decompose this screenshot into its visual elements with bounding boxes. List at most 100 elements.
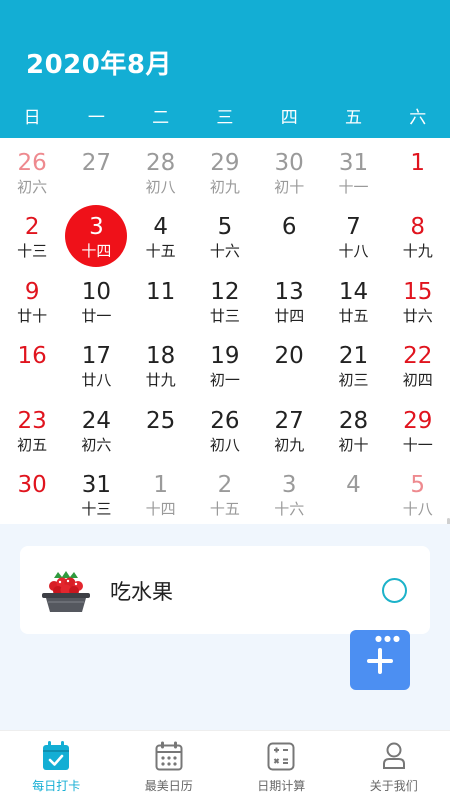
day-number: 15 (403, 278, 433, 305)
calendar-day[interactable]: 19 初一 (193, 331, 257, 395)
calendar-day[interactable]: 27 (64, 138, 128, 202)
calendar-day[interactable]: 13 廿四 (257, 267, 321, 331)
calendar-day[interactable]: 23 初五 (0, 396, 64, 460)
lunar-date: 初十 (338, 435, 369, 454)
day-number: 30 (274, 150, 304, 176)
add-task-button[interactable]: ●●● (350, 630, 410, 690)
calendar-day[interactable]: 2 十三 (0, 202, 64, 266)
calendar-day[interactable]: 28 初十 (321, 396, 385, 460)
tab-label: 关于我们 (369, 779, 418, 793)
calendar-day[interactable]: 30 (0, 460, 64, 524)
day-number: 21 (338, 343, 369, 370)
lunar-date: 初四 (402, 371, 433, 390)
calendar-day[interactable]: 26 初八 (193, 396, 257, 460)
lunar-date: 廿五 (338, 306, 369, 325)
month-title[interactable]: 2020年8月 (26, 44, 172, 81)
calendar-day[interactable]: 12 廿三 (193, 267, 257, 331)
calendar-day[interactable]: 7 十八 (321, 202, 385, 266)
day-number: 9 (24, 278, 40, 305)
calendar-day[interactable]: 30 初十 (257, 138, 321, 202)
calendar-day[interactable]: 17 廿八 (64, 331, 128, 395)
lunar-date: 初一 (209, 371, 240, 390)
lunar-date: 十八 (402, 499, 433, 518)
calendar-day-today[interactable]: 3 十四 (64, 202, 128, 268)
lunar-date: 初五 (17, 435, 48, 454)
tab-best-calendar[interactable]: 最美日历 (113, 731, 226, 800)
day-number: 20 (274, 343, 304, 370)
header-bar: 2020年8月 日 一 二 三 四 五 六 (0, 0, 450, 138)
lunar-date: 廿四 (274, 306, 305, 325)
lunar-date: 廿九 (145, 371, 176, 390)
day-number: 3 (281, 471, 297, 498)
day-number: 6 (281, 214, 297, 241)
day-number: 27 (274, 407, 304, 434)
calendar-day[interactable]: 31 十三 (64, 460, 128, 524)
lunar-date: 廿八 (81, 371, 112, 390)
lunar-date: 十三 (81, 499, 112, 518)
calendar-day[interactable]: 5 十八 (386, 460, 450, 524)
tab-date-calc[interactable]: 日期计算 (225, 731, 338, 800)
calendar-day[interactable]: 16 (0, 331, 64, 395)
tab-label: 日期计算 (257, 779, 306, 793)
day-number: 31 (338, 150, 369, 176)
calendar-day[interactable]: 4 (321, 460, 385, 524)
calendar-day[interactable]: 11 (129, 267, 193, 331)
lunar-date: 十八 (338, 242, 369, 261)
day-number: 1 (410, 150, 426, 176)
task-card[interactable]: 吃水果 (20, 546, 430, 634)
calendar-day[interactable]: 29 初九 (193, 138, 257, 202)
calendar-day[interactable]: 31 十一 (321, 138, 385, 202)
calendar-day[interactable]: 6 (257, 202, 321, 266)
day-number: 27 (81, 150, 112, 176)
weekday-label: 日 (23, 108, 41, 128)
calendar-day[interactable]: 26 初六 (0, 138, 64, 202)
calendar-day[interactable]: 8 十九 (386, 202, 450, 266)
tab-label: 每日打卡 (32, 779, 81, 793)
calendar-day[interactable]: 5 十六 (193, 202, 257, 266)
calendar-day[interactable]: 10 廿一 (64, 267, 128, 331)
calendar-day[interactable]: 9 廿十 (0, 267, 64, 331)
calendar-day[interactable]: 28 初八 (129, 138, 193, 202)
weekday-label: 二 (152, 108, 170, 128)
calculator-icon (267, 742, 295, 771)
day-number: 22 (403, 343, 433, 370)
calendar-day[interactable]: 3 十六 (257, 460, 321, 524)
day-number: 18 (146, 343, 176, 370)
calendar-day[interactable]: 14 廿五 (321, 267, 385, 331)
weekday-label: 五 (344, 108, 362, 128)
lunar-date: 初九 (274, 435, 305, 454)
weekday-row: 日 一 二 三 四 五 六 (0, 100, 450, 138)
day-number: 16 (17, 343, 47, 370)
calendar-day[interactable]: 22 初四 (386, 331, 450, 395)
calendar-day[interactable]: 18 廿九 (129, 331, 193, 395)
task-label: 吃水果 (110, 580, 173, 604)
calendar-day[interactable]: 20 (257, 331, 321, 395)
calendar-day[interactable]: 24 初六 (64, 396, 128, 460)
day-number: 4 (153, 214, 168, 241)
tab-about-us[interactable]: 关于我们 (338, 731, 450, 800)
calendar-day[interactable]: 1 十四 (129, 460, 193, 524)
day-number: 8 (410, 214, 426, 241)
calendar-day[interactable]: 2 十五 (193, 460, 257, 524)
lunar-date: 初六 (81, 435, 112, 454)
lunar-date: 十三 (17, 242, 48, 261)
checkin-panel: 吃水果 ●●● (0, 524, 450, 730)
day-number: 28 (338, 407, 369, 434)
lunar-date: 十六 (209, 242, 240, 261)
calendar-day[interactable]: 1 (386, 138, 450, 202)
calendar-day[interactable]: 27 初九 (257, 396, 321, 460)
calendar-day[interactable]: 21 初三 (321, 331, 385, 395)
lunar-date: 十五 (209, 499, 240, 518)
calendar-day[interactable]: 29 十一 (386, 396, 450, 460)
calendar-day[interactable]: 4 十五 (129, 202, 193, 266)
day-number: 2 (217, 471, 233, 498)
day-number: 28 (146, 150, 176, 176)
calendar-day[interactable]: 15 廿六 (386, 267, 450, 331)
day-number: 14 (338, 278, 369, 305)
calendar-grid: 26 初六 27 28 初八 29 初九 30 初十 31 十一 1 2 十三 3 十四 4 十五 5 十六 6 7 十八 8… (0, 138, 450, 524)
day-number: 26 (210, 407, 240, 434)
day-number: 26 (17, 150, 47, 176)
tab-daily-checkin[interactable]: 每日打卡 (0, 731, 113, 800)
task-checkbox[interactable] (382, 578, 407, 603)
calendar-day[interactable]: 25 (129, 396, 193, 460)
